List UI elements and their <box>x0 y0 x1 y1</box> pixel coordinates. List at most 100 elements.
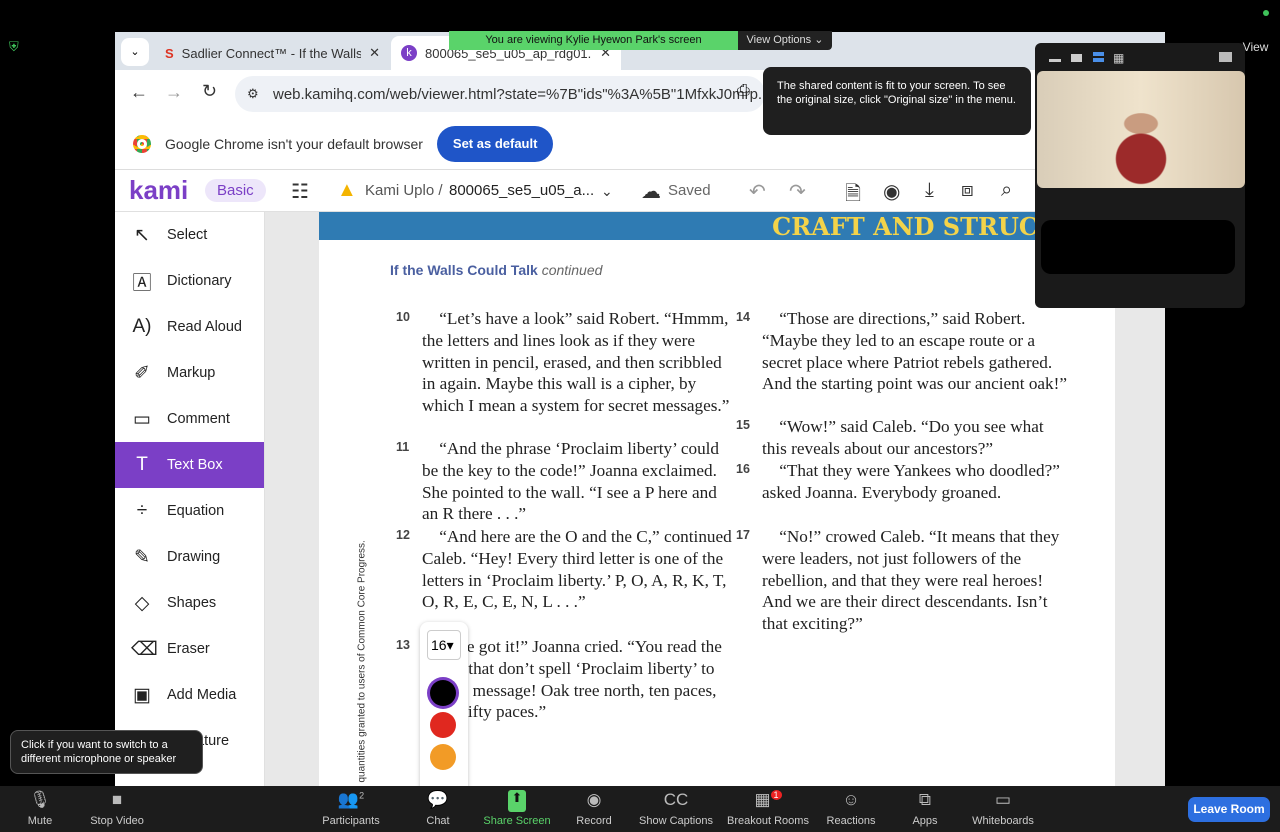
site-settings-icon[interactable]: ⚙ <box>247 86 259 102</box>
toolbar-label: Apps <box>912 815 938 827</box>
install-app-icon[interactable]: ⎙ <box>737 82 750 100</box>
mic-tooltip: Click if you want to switch to a differe… <box>10 730 203 774</box>
outline-icon[interactable]: ☷ <box>291 179 309 204</box>
document-icon[interactable]: 🗎 <box>845 179 861 213</box>
color-orange[interactable] <box>430 744 456 770</box>
participant-tile <box>1041 220 1235 274</box>
kami-tool-sidebar: ↖ Select 🄰 Dictionary A) Read Aloud ✐ Markup ▭ Co… <box>115 212 265 786</box>
breadcrumb-folder[interactable]: Kami Uplo / <box>365 182 443 199</box>
tool-add-media[interactable]: ▣ Add Media <box>115 672 264 718</box>
dictionary-icon: 🄰 <box>132 272 152 294</box>
forward-icon[interactable]: → <box>165 82 183 103</box>
participants-icon: 👥2 <box>337 790 365 809</box>
tool-label: Dictionary <box>167 273 232 289</box>
record-button[interactable]: ◉ Record <box>549 790 639 827</box>
shapes-icon: ◇ <box>134 592 150 614</box>
paragraph: “And here are the O and the C,” continue… <box>422 527 732 612</box>
leave-room-button[interactable]: Leave Room <box>1188 797 1270 822</box>
paragraph: “Those are directions,” said Robert. “Ma… <box>762 309 1067 394</box>
tab-search-button[interactable]: ⌄ <box>121 38 149 66</box>
stack-view-icon[interactable] <box>1093 52 1104 62</box>
badge: 2 <box>359 790 365 801</box>
undo-icon[interactable]: ↶ <box>749 179 766 204</box>
set-as-default-button[interactable]: Set as default <box>436 125 554 162</box>
toolbar-label: Breakout Rooms <box>727 815 809 827</box>
color-black[interactable] <box>430 680 456 706</box>
minimize-icon[interactable] <box>1049 59 1061 62</box>
tool-label: Comment <box>167 411 230 427</box>
tab-sadlier[interactable]: S Sadlier Connect™ - If the Walls ✕ <box>155 36 390 70</box>
search-icon[interactable]: ⌕ <box>1001 179 1012 202</box>
paragraph: “Let’s have a look” said Robert. “Hmmm, … <box>422 309 730 415</box>
speaker-view-icon[interactable] <box>1071 54 1082 62</box>
tool-label: Drawing <box>167 549 221 565</box>
paragraph-number: 12 <box>396 528 410 542</box>
chat-button[interactable]: 💬 Chat <box>393 790 483 827</box>
chevron-down-icon[interactable]: ⌄ <box>601 183 613 200</box>
markup-icon: ✐ <box>134 362 150 384</box>
gallery-view-icon[interactable]: ▦ <box>1113 51 1124 65</box>
video-panel: ▦ <box>1035 43 1245 308</box>
section-band: CRAFT AND STRUCTURE <box>319 212 1115 240</box>
tool-comment[interactable]: ▭ Comment <box>115 396 264 442</box>
view-icon[interactable]: ◉ <box>883 179 900 204</box>
toolbox-icon[interactable]: ⧈ <box>961 179 974 202</box>
color-red[interactable] <box>430 712 456 738</box>
paragraph-number: 15 <box>736 418 750 432</box>
file-name[interactable]: 800065_se5_u05_a... <box>449 182 594 199</box>
pop-out-icon[interactable] <box>1219 52 1232 62</box>
paragraph-number: 13 <box>396 638 410 652</box>
close-tab-icon[interactable]: ✕ <box>369 45 380 61</box>
text-box-icon: T <box>136 454 148 475</box>
toolbar-label: Record <box>576 815 612 827</box>
paragraph-number: 16 <box>736 462 750 476</box>
whiteboards-button[interactable]: ▭ Whiteboards <box>958 790 1048 827</box>
toolbar-label: Mute <box>27 815 53 827</box>
view-options-button[interactable]: View Options ⌄ <box>738 31 832 50</box>
redo-icon[interactable]: ↷ <box>789 179 806 204</box>
chrome-logo-icon <box>133 134 151 153</box>
tool-drawing[interactable]: ✎ Drawing <box>115 534 264 580</box>
tool-eraser[interactable]: ⌫ Eraser <box>115 626 264 672</box>
tool-read-aloud[interactable]: A) Read Aloud <box>115 304 264 350</box>
tool-equation[interactable]: ÷ Equation <box>115 488 264 534</box>
breakout-rooms-button[interactable]: ▦ 1 Breakout Rooms <box>723 790 813 827</box>
participants-button[interactable]: 👥2 Participants <box>306 790 396 827</box>
tool-label: Shapes <box>167 595 217 611</box>
tool-label: Read Aloud <box>167 319 242 335</box>
cursor-icon: ↖ <box>134 224 150 246</box>
chat-icon: 💬 <box>427 790 449 809</box>
badge: 1 <box>770 790 782 801</box>
read-aloud-icon: A) <box>132 316 152 337</box>
paragraph: “That they were Yankees who doodled?” as… <box>762 461 1060 502</box>
plan-badge[interactable]: Basic <box>205 179 266 202</box>
paragraph-number: 17 <box>736 528 750 542</box>
back-icon[interactable]: ← <box>130 82 148 103</box>
meeting-toolbar: 🎙 Mute ■ Stop Video 👥2 Participants 💬 Chat ⬆ Shar… <box>0 786 1280 832</box>
apps-button[interactable]: ⧉ Apps <box>880 790 970 827</box>
sadlier-favicon: S <box>165 45 174 61</box>
toolbar-label: Show Captions <box>639 815 713 827</box>
reload-icon[interactable]: ↻ <box>202 81 217 102</box>
toolbar-label: Participants <box>322 815 380 827</box>
comment-icon: ▭ <box>133 408 151 430</box>
font-size-select[interactable]: 16▾ <box>427 630 461 660</box>
whiteboards-icon: ▭ <box>994 790 1012 809</box>
paragraph: “I’ve got it!” Joanna cried. “You read t… <box>422 637 722 722</box>
tool-text-box[interactable]: T Text Box <box>115 442 264 488</box>
tool-dictionary[interactable]: 🄰 Dictionary <box>115 258 264 304</box>
toolbar-label: Reactions <box>826 815 876 827</box>
paragraph-number: 10 <box>396 310 410 324</box>
toolbar-label: Whiteboards <box>972 815 1034 827</box>
url-input[interactable]: ⚙ web.kamihq.com/web/viewer.html?state=%… <box>235 76 765 112</box>
sharing-banner: You are viewing Kylie Hyewon Park's scre… <box>449 31 738 50</box>
eraser-icon: ⌫ <box>131 638 158 660</box>
stop-video-button[interactable]: ■ Stop Video <box>72 790 162 827</box>
kami-toolbar: kami Basic ☷ ▲ Kami Uplo / 800065_se5_u0… <box>115 171 1165 212</box>
tool-label: Text Box <box>167 457 223 473</box>
tool-markup[interactable]: ✐ Markup <box>115 350 264 396</box>
download-icon[interactable]: ⤓ <box>925 179 934 202</box>
tool-shapes[interactable]: ◇ Shapes <box>115 580 264 626</box>
tool-select[interactable]: ↖ Select <box>115 212 264 258</box>
show-captions-button[interactable]: CC Show Captions <box>631 790 721 827</box>
